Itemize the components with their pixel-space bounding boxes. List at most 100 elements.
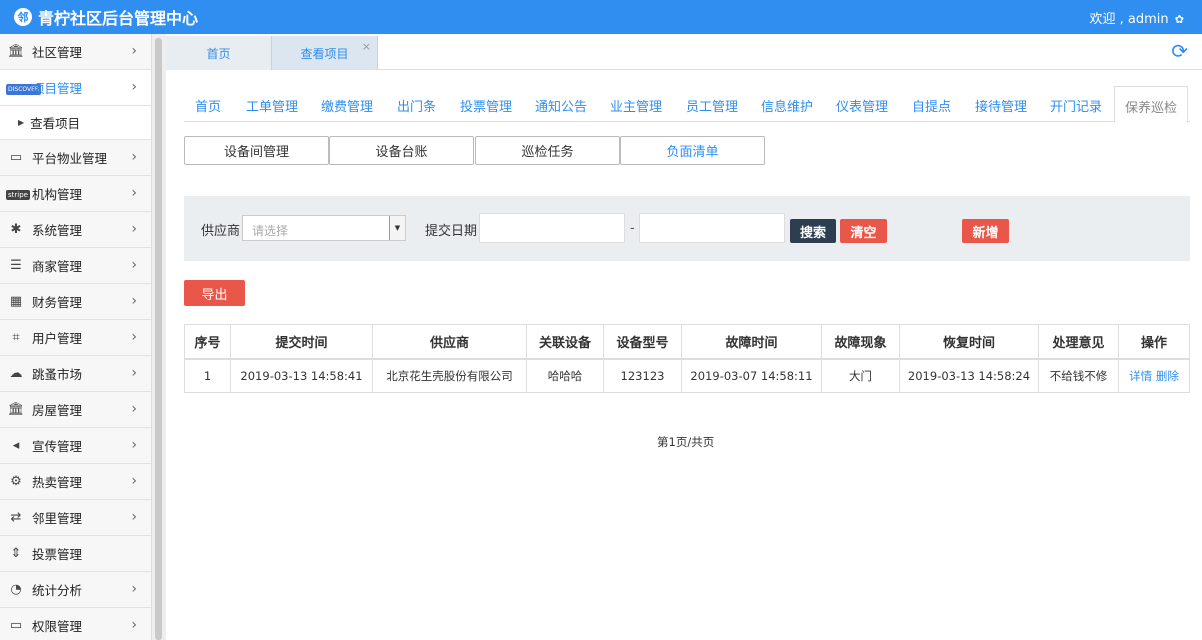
sidebar-item-projects[interactable]: DISCOVER 项目管理 › — [0, 70, 151, 106]
tab-home[interactable]: 首页 — [195, 96, 221, 115]
sidebar-item-merchant[interactable]: ☰ 商家管理 › — [0, 248, 151, 284]
close-icon[interactable]: × — [362, 40, 371, 53]
gear-icon[interactable]: ✿ — [1175, 13, 1184, 26]
column-header: 故障现象 — [821, 324, 900, 359]
export-button[interactable]: 导出 — [184, 280, 245, 306]
sidebar-item-vote[interactable]: ⇕ 投票管理 — [0, 536, 151, 572]
caret-right-icon: ▶ — [18, 118, 25, 127]
bank-icon: 🏛 — [7, 44, 25, 59]
sidebar-item-stats[interactable]: ◔ 统计分析 › — [0, 572, 151, 608]
table-header-row: 序号 提交时间 供应商 关联设备 设备型号 故障时间 故障现象 恢复时间 处理意… — [184, 324, 1190, 359]
refresh-icon[interactable]: ⟳ — [1171, 39, 1188, 63]
tab-exit-pass[interactable]: 出门条 — [397, 96, 436, 115]
add-button[interactable]: 新增 — [962, 219, 1009, 243]
chevron-right-icon: › — [131, 185, 137, 201]
chevron-right-icon: › — [131, 401, 137, 417]
chevron-right-icon: › — [131, 617, 137, 633]
tab-notices[interactable]: 通知公告 — [535, 96, 587, 115]
supplier-select[interactable]: 请选择 ▼ — [242, 215, 406, 241]
column-header: 序号 — [184, 324, 231, 359]
sidebar-item-permissions[interactable]: ▭ 权限管理 › — [0, 608, 151, 640]
cloud-icon: ☁ — [9, 366, 23, 381]
device-ledger-button[interactable]: 设备台账 — [329, 136, 474, 165]
sidebar-item-flea-market[interactable]: ☁ 跳蚤市场 › — [0, 356, 151, 392]
page-tab-view-project[interactable]: 查看项目 × — [272, 36, 378, 70]
sidebar-item-org[interactable]: stripe 机构管理 › — [0, 176, 151, 212]
date-separator: - — [630, 221, 635, 236]
end-date-input[interactable] — [639, 213, 785, 243]
retweet-icon: ⇄ — [10, 510, 22, 525]
inspection-task-button[interactable]: 巡检任务 — [475, 136, 620, 165]
page-tab-label: 查看项目 — [300, 46, 349, 61]
cell-opinion: 不给钱不修 — [1038, 358, 1119, 393]
gear-outline-icon: ⚙ — [10, 474, 22, 489]
chevron-right-icon: › — [131, 437, 137, 453]
detail-link[interactable]: 详情 — [1129, 369, 1152, 383]
stripe-icon: stripe — [6, 190, 30, 200]
chevron-down-icon[interactable]: ▼ — [389, 216, 405, 240]
sidebar-item-property[interactable]: ▭ 平台物业管理 › — [0, 140, 151, 176]
sidebar-item-label: 邻里管理 — [32, 511, 83, 526]
sidebar-item-system[interactable]: ✱ 系统管理 › — [0, 212, 151, 248]
volume-icon: ◂ — [12, 438, 20, 453]
yelp-icon: ✱ — [10, 222, 22, 237]
sidebar-item-neighbor[interactable]: ⇄ 邻里管理 › — [0, 500, 151, 536]
tab-work-orders[interactable]: 工单管理 — [246, 96, 298, 115]
sidebar-item-community[interactable]: 🏛 社区管理 › — [0, 34, 151, 70]
chevron-right-icon: › — [131, 473, 137, 489]
page-tab-bar: 首页 查看项目 × ⟳ — [166, 34, 1202, 70]
calculator-icon: ▦ — [9, 294, 23, 309]
table-row: 1 2019-03-13 14:58:41 北京花生壳股份有限公司 哈哈哈 12… — [184, 358, 1190, 393]
user-menu[interactable]: 欢迎 , admin ✿ — [1090, 8, 1185, 27]
chevron-right-icon: › — [131, 221, 137, 237]
clear-button[interactable]: 清空 — [840, 219, 887, 243]
tab-voting[interactable]: 投票管理 — [460, 96, 512, 115]
tab-payments[interactable]: 缴费管理 — [321, 96, 373, 115]
sidebar-item-finance[interactable]: ▦ 财务管理 › — [0, 284, 151, 320]
sidebar-item-promotion[interactable]: ◂ 宣传管理 › — [0, 428, 151, 464]
chevron-right-icon: › — [131, 149, 137, 165]
chevron-right-icon: › — [131, 329, 137, 345]
column-header: 故障时间 — [681, 324, 822, 359]
pagination-info: 第1页/共页 — [657, 435, 715, 449]
sidebar-subitem-view-project[interactable]: ▶ 查看项目 — [0, 106, 151, 140]
tab-meters[interactable]: 仪表管理 — [836, 96, 888, 115]
tab-door-records[interactable]: 开门记录 — [1050, 96, 1102, 115]
sidebar-item-label: 跳蚤市场 — [32, 367, 83, 382]
welcome-text: 欢迎 , admin — [1089, 12, 1169, 27]
start-date-input[interactable] — [479, 213, 625, 243]
desktop-icon: ▭ — [9, 150, 23, 165]
sidebar-item-label: 房屋管理 — [32, 403, 83, 418]
tab-staff[interactable]: 员工管理 — [686, 96, 738, 115]
sidebar-item-housing[interactable]: 🏛 房屋管理 › — [0, 392, 151, 428]
sidebar-scrollbar-thumb[interactable] — [155, 38, 162, 640]
cell-model: 123123 — [603, 358, 682, 393]
sidebar-item-label: 投票管理 — [32, 547, 83, 562]
sidebar-item-label: 宣传管理 — [32, 439, 83, 454]
tab-pickup-points[interactable]: 自提点 — [912, 96, 951, 115]
supplier-label: 供应商 — [201, 224, 241, 239]
tab-owners[interactable]: 业主管理 — [610, 96, 662, 115]
sidebar-item-users[interactable]: ⌗ 用户管理 › — [0, 320, 151, 356]
sidebar-item-label: 社区管理 — [32, 45, 83, 60]
chevron-right-icon: › — [131, 79, 137, 95]
crop-icon: ⌗ — [12, 330, 20, 345]
sidebar-item-label: 项目管理 — [32, 81, 83, 96]
page-tab-home[interactable]: 首页 — [166, 36, 272, 70]
negative-list-button[interactable]: 负面清单 — [620, 136, 765, 165]
module-tabs: 首页 工单管理 缴费管理 出门条 投票管理 通知公告 业主管理 员工管理 信息维… — [184, 86, 1190, 123]
tab-maintenance-inspection[interactable]: 保养巡检 — [1114, 86, 1189, 123]
delete-link[interactable]: 删除 — [1156, 369, 1179, 383]
search-button[interactable]: 搜索 — [790, 219, 836, 243]
bank-icon: 🏛 — [7, 402, 25, 417]
tab-reception[interactable]: 接待管理 — [975, 96, 1027, 115]
tab-info-maintenance[interactable]: 信息维护 — [761, 96, 813, 115]
device-room-button[interactable]: 设备间管理 — [184, 136, 329, 165]
chevron-right-icon: › — [131, 581, 137, 597]
page-tab-label: 首页 — [206, 46, 231, 61]
sidebar-item-label: 热卖管理 — [32, 475, 83, 490]
logo-icon: 邻 — [14, 8, 32, 26]
cell-phenomenon: 大门 — [821, 358, 900, 393]
sidebar-item-hot-sale[interactable]: ⚙ 热卖管理 › — [0, 464, 151, 500]
filter-panel: 供应商 请选择 ▼ 提交日期 - 搜索 清空 新增 — [184, 196, 1190, 261]
